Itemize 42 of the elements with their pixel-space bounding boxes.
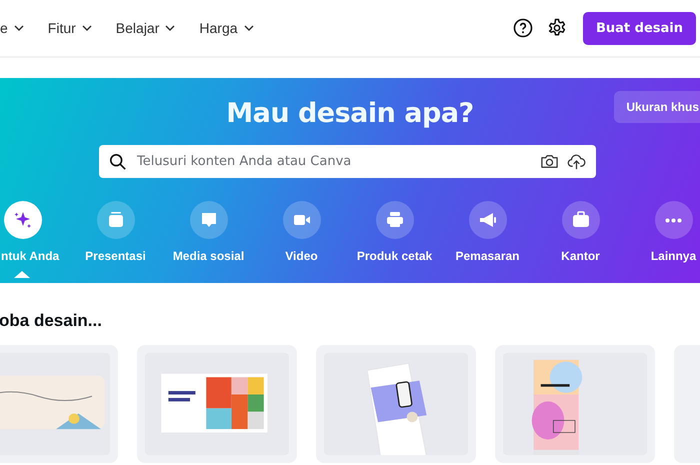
nav-menu-link[interactable]: e <box>0 20 24 36</box>
category-button[interactable] <box>4 201 42 239</box>
category-button[interactable] <box>96 201 134 239</box>
category-label: Media sosial <box>172 249 244 263</box>
selection-pointer-icon <box>14 271 30 278</box>
hero-title: Mau desain apa? <box>226 98 474 129</box>
create-design-button[interactable]: Buat desain <box>582 12 696 44</box>
chevron-down-icon <box>244 25 254 31</box>
category-button[interactable] <box>376 201 414 239</box>
sparkle-icon <box>13 210 33 230</box>
search-input[interactable]: Telusuri konten Anda atau Canva <box>135 153 532 170</box>
nav-menu-link[interactable]: Harga <box>199 20 254 36</box>
custom-size-button[interactable]: Ukuran khus <box>614 91 700 123</box>
category-button[interactable] <box>468 201 506 239</box>
template-card[interactable] <box>137 345 297 463</box>
category-label: Pemasaran <box>455 249 520 263</box>
settings-icon[interactable] <box>546 18 567 38</box>
search-icon <box>109 152 127 170</box>
category-label: Lainnya <box>650 249 696 263</box>
chevron-down-icon <box>14 25 24 31</box>
category-label: ntuk Anda <box>1 249 60 263</box>
category-label: Kantor <box>561 249 600 263</box>
camera-icon[interactable] <box>540 152 559 171</box>
nav-menu-link[interactable]: Belajar <box>116 20 176 36</box>
category-label: Presentasi <box>85 249 146 263</box>
help-icon[interactable] <box>512 18 533 38</box>
category-label: Video <box>285 249 318 263</box>
chevron-down-icon <box>165 25 176 31</box>
category-button[interactable] <box>562 201 600 239</box>
upload-cloud-icon[interactable] <box>567 152 586 171</box>
search-field[interactable]: Telusuri konten Anda atau Canva <box>99 145 596 178</box>
section-heading: oba desain... <box>0 311 103 331</box>
chevron-down-icon <box>82 25 92 31</box>
more-icon <box>665 218 682 222</box>
megaphone-icon <box>478 210 498 230</box>
briefcase-icon <box>570 210 590 230</box>
category-button[interactable] <box>654 201 692 239</box>
nav-menu-link[interactable]: Fitur <box>48 20 92 36</box>
category-button[interactable] <box>190 201 228 239</box>
category-button[interactable] <box>282 201 320 239</box>
category-label: Produk cetak <box>356 249 432 263</box>
printer-icon <box>384 210 404 230</box>
